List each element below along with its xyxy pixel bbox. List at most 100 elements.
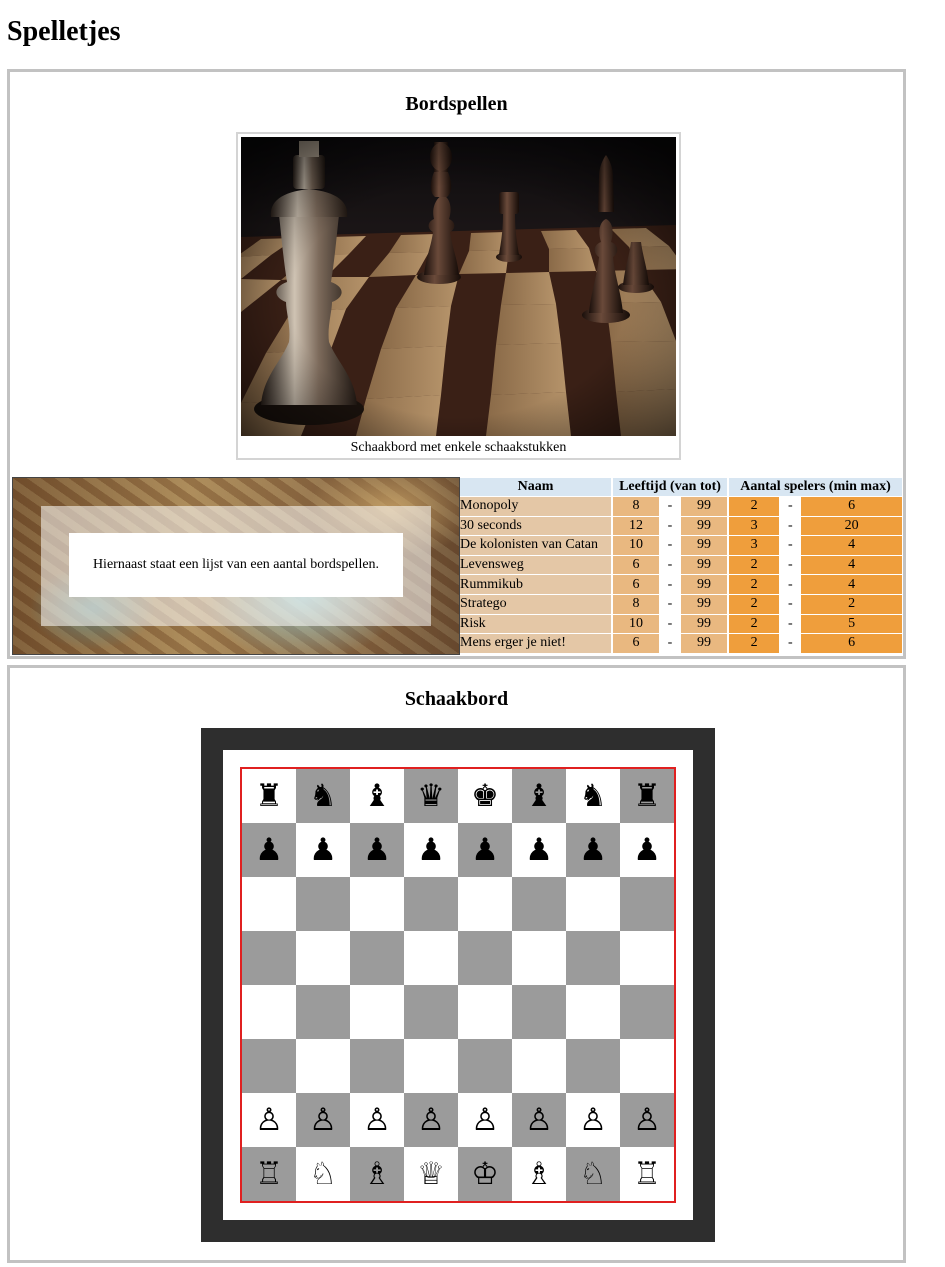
chess-square[interactable] [296,877,350,931]
age-to: 99 [681,496,727,516]
chess-square[interactable] [350,1039,404,1093]
chess-square[interactable] [404,931,458,985]
chess-square[interactable] [458,1039,512,1093]
age-to: 99 [681,593,727,614]
chess-square[interactable] [512,931,566,985]
players-min: 2 [729,613,780,634]
chess-square-piece[interactable]: ♜ [242,769,296,823]
chess-square-piece[interactable]: ♟ [404,823,458,877]
chess-square-piece[interactable]: ♟ [458,823,512,877]
table-row: Stratego 8-99 2-2 [460,593,902,614]
game-name: 30 seconds [460,515,611,536]
chess-square-piece[interactable]: ♛ [404,769,458,823]
players-max: 5 [801,613,902,634]
chess-square[interactable] [458,985,512,1039]
chess-square[interactable] [350,985,404,1039]
board-games-section: Bordspellen Schaakbord met enkele schaak… [7,69,906,659]
chess-square-piece[interactable]: ♜ [620,769,674,823]
players-min: 3 [729,515,780,536]
chess-square-piece[interactable]: ♟ [350,823,404,877]
table-row: Rummikub 6-99 2-4 [460,574,902,594]
age-dash: - [661,496,679,516]
players-dash: - [781,535,800,555]
chess-square[interactable] [566,877,620,931]
age-dash: - [661,574,679,594]
chess-square[interactable] [404,985,458,1039]
chess-square-piece[interactable]: ♔ [458,1147,512,1201]
age-to: 99 [681,613,727,634]
chess-square-piece[interactable]: ♚ [458,769,512,823]
age-from: 8 [613,593,659,614]
chess-square-piece[interactable]: ♝ [512,769,566,823]
chess-square[interactable] [566,1039,620,1093]
chess-square-piece[interactable]: ♙ [566,1093,620,1147]
chess-square[interactable] [242,931,296,985]
chess-square[interactable] [458,931,512,985]
age-dash: - [661,633,679,653]
chess-square-piece[interactable]: ♟ [620,823,674,877]
chess-square-piece[interactable]: ♟ [566,823,620,877]
players-min: 3 [729,535,780,555]
players-max: 20 [801,515,902,536]
chess-square-piece[interactable]: ♖ [620,1147,674,1201]
chess-square[interactable] [296,931,350,985]
chess-square[interactable] [350,931,404,985]
chess-square-piece[interactable]: ♙ [404,1093,458,1147]
chess-square[interactable] [512,985,566,1039]
chess-square[interactable] [350,877,404,931]
chess-square-piece[interactable]: ♘ [566,1147,620,1201]
table-row: 30 seconds 12-99 3-20 [460,515,902,536]
players-dash: - [781,633,800,653]
chess-square-piece[interactable]: ♘ [296,1147,350,1201]
chess-square-piece[interactable]: ♙ [350,1093,404,1147]
chess-square[interactable] [242,985,296,1039]
chess-square-piece[interactable]: ♙ [458,1093,512,1147]
players-max: 4 [801,535,902,555]
chess-square[interactable] [242,877,296,931]
chess-square-piece[interactable]: ♟ [296,823,350,877]
chess-square-piece[interactable]: ♟ [512,823,566,877]
chess-square[interactable] [620,985,674,1039]
chess-square[interactable] [404,1039,458,1093]
chess-square[interactable] [512,877,566,931]
chess-square-piece[interactable]: ♗ [350,1147,404,1201]
age-to: 99 [681,554,727,575]
chess-square-piece[interactable]: ♙ [242,1093,296,1147]
chess-square[interactable] [566,931,620,985]
chessboard-mat: ♜ ♞ ♝ ♛ ♚ ♝ ♞ ♜ ♟ ♟ ♟ ♟ ♟ ♟ ♟ ♟ ♙ ♙ ♙ ♙ ♙ ♙ ♙ ♙ ♖ ♘ ♗ ♕ ♔ ♗ ♘ ♖ [223,750,693,1220]
chess-square-piece[interactable]: ♞ [566,769,620,823]
chess-square-piece[interactable]: ♝ [350,769,404,823]
players-min: 2 [729,496,780,516]
table-row: De kolonisten van Catan 10-99 3-4 [460,535,902,555]
chess-square-piece[interactable]: ♕ [404,1147,458,1201]
col-header-spelers: Aantal spelers (min max) [729,478,902,496]
chess-square[interactable] [620,877,674,931]
chess-square[interactable] [458,877,512,931]
game-name: Risk [460,613,611,634]
chess-square-piece[interactable]: ♖ [242,1147,296,1201]
col-header-leeftijd: Leeftijd (van tot) [613,478,727,496]
chess-square-piece[interactable]: ♙ [620,1093,674,1147]
chess-pieces-image [241,137,676,436]
chess-square-piece[interactable]: ♟ [242,823,296,877]
chess-square[interactable] [296,985,350,1039]
age-from: 8 [613,496,659,516]
chess-square[interactable] [566,985,620,1039]
chess-square[interactable] [404,877,458,931]
chess-square[interactable] [296,1039,350,1093]
chess-square[interactable] [620,1039,674,1093]
age-dash: - [661,554,679,575]
age-to: 99 [681,574,727,594]
chess-square-piece[interactable]: ♙ [512,1093,566,1147]
board-games-heading: Bordspellen [405,93,508,115]
chess-square[interactable] [512,1039,566,1093]
chess-square[interactable] [620,931,674,985]
chess-square-piece[interactable]: ♙ [296,1093,350,1147]
board-games-rows: Monopoly 8-99 2-6 30 seconds 12-99 3-20 De kol… [460,496,902,653]
chess-square-piece[interactable]: ♗ [512,1147,566,1201]
chess-heading: Schaakbord [404,688,509,710]
game-name: Stratego [460,593,611,614]
age-from: 6 [613,574,659,594]
chess-square[interactable] [242,1039,296,1093]
chess-square-piece[interactable]: ♞ [296,769,350,823]
